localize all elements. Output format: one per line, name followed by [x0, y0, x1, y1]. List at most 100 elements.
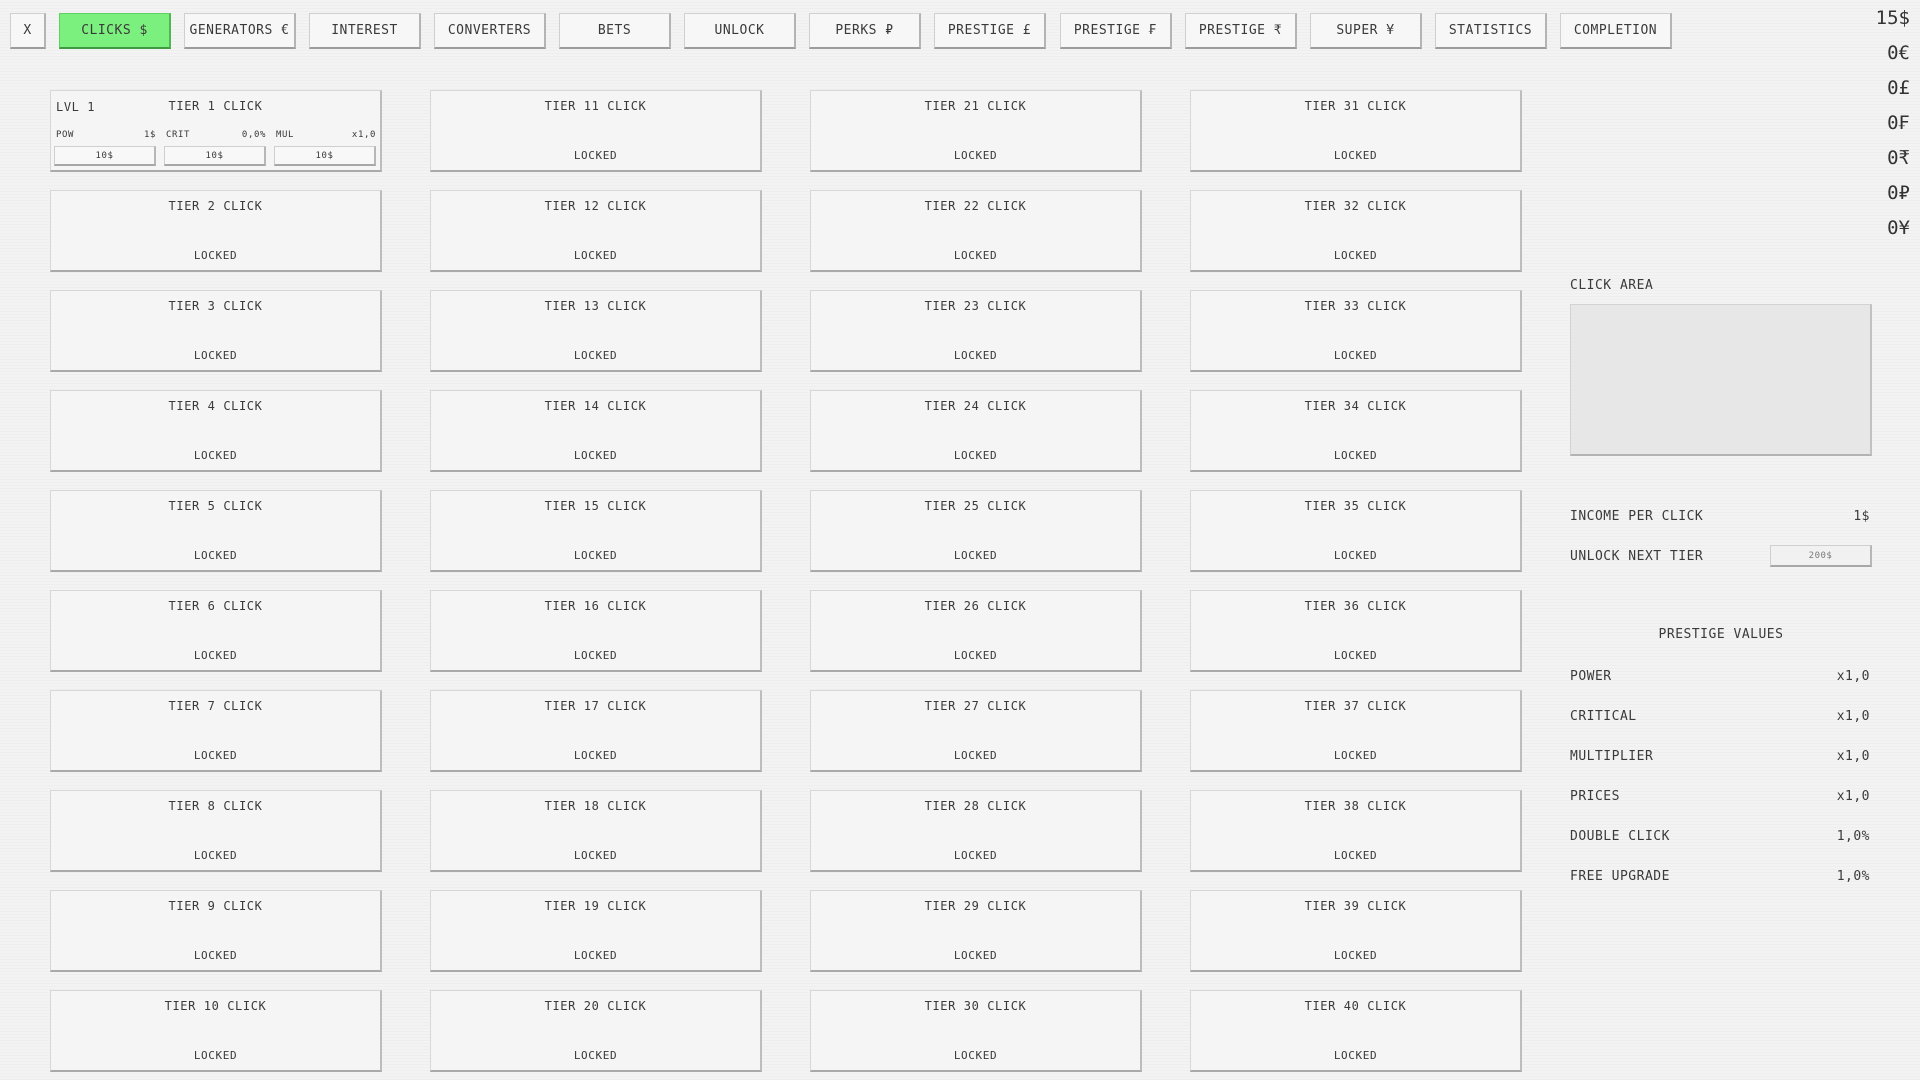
prestige-label: PRICES	[1570, 788, 1620, 804]
tier-card-40[interactable]: TIER 40 CLICK LOCKED	[1190, 990, 1522, 1072]
currency-ruble: 0₽	[1887, 182, 1910, 204]
tab-super[interactable]: SUPER ¥	[1310, 13, 1422, 49]
tier-card-19[interactable]: TIER 19 CLICK LOCKED	[430, 890, 762, 972]
tab-prestige-pound[interactable]: PRESTIGE £	[934, 13, 1046, 49]
tier-card-17[interactable]: TIER 17 CLICK LOCKED	[430, 690, 762, 772]
tier-card-6[interactable]: TIER 6 CLICK LOCKED	[50, 590, 382, 672]
tier-locked-status: LOCKED	[953, 249, 998, 262]
tier-locked-status: LOCKED	[1333, 1049, 1378, 1062]
tier-card-8[interactable]: TIER 8 CLICK LOCKED	[50, 790, 382, 872]
tab-interest[interactable]: INTEREST	[309, 13, 421, 49]
tier-locked-status: LOCKED	[193, 949, 238, 962]
prestige-row-double-click: DOUBLE CLICK 1,0%	[1570, 826, 1872, 846]
tier-card-37[interactable]: TIER 37 CLICK LOCKED	[1190, 690, 1522, 772]
tier-locked-status: LOCKED	[573, 349, 618, 362]
tier-card-25[interactable]: TIER 25 CLICK LOCKED	[810, 490, 1142, 572]
tab-unlock[interactable]: UNLOCK	[684, 13, 796, 49]
currency-euro: 0€	[1887, 42, 1910, 64]
prestige-label: DOUBLE CLICK	[1570, 828, 1670, 844]
tier-card-24[interactable]: TIER 24 CLICK LOCKED	[810, 390, 1142, 472]
tier-locked-status: LOCKED	[953, 349, 998, 362]
click-area-label: CLICK AREA	[1570, 278, 1654, 293]
tab-generators[interactable]: GENERATORS €	[184, 13, 296, 49]
tab-converters[interactable]: CONVERTERS	[434, 13, 546, 49]
tier-card-32[interactable]: TIER 32 CLICK LOCKED	[1190, 190, 1522, 272]
tier-card-31[interactable]: TIER 31 CLICK LOCKED	[1190, 90, 1522, 172]
tier-title: TIER 33 CLICK	[1304, 299, 1407, 313]
tab-completion[interactable]: COMPLETION	[1560, 13, 1672, 49]
tier-card-11[interactable]: TIER 11 CLICK LOCKED	[430, 90, 762, 172]
tier-card-18[interactable]: TIER 18 CLICK LOCKED	[430, 790, 762, 872]
tier-card-30[interactable]: TIER 30 CLICK LOCKED	[810, 990, 1142, 1072]
tier-title: TIER 18 CLICK	[544, 799, 647, 813]
upgrade-mul-button[interactable]: 10$	[274, 146, 376, 166]
tier-locked-status: LOCKED	[953, 449, 998, 462]
tier-card-20[interactable]: TIER 20 CLICK LOCKED	[430, 990, 762, 1072]
tab-clicks[interactable]: CLICKS $	[59, 13, 171, 49]
stat-label: MUL	[276, 130, 295, 140]
tier-card-23[interactable]: TIER 23 CLICK LOCKED	[810, 290, 1142, 372]
tier-card-26[interactable]: TIER 26 CLICK LOCKED	[810, 590, 1142, 672]
prestige-label: CRITICAL	[1570, 708, 1637, 724]
tier-card-2[interactable]: TIER 2 CLICK LOCKED	[50, 190, 382, 272]
tab-prestige-rupee[interactable]: PRESTIGE ₹	[1185, 13, 1297, 49]
tier-card-22[interactable]: TIER 22 CLICK LOCKED	[810, 190, 1142, 272]
tier-card-35[interactable]: TIER 35 CLICK LOCKED	[1190, 490, 1522, 572]
prestige-value: x1,0	[1836, 708, 1870, 724]
tier-card-28[interactable]: TIER 28 CLICK LOCKED	[810, 790, 1142, 872]
tier-card-16[interactable]: TIER 16 CLICK LOCKED	[430, 590, 762, 672]
prestige-row-multiplier: MULTIPLIER x1,0	[1570, 746, 1872, 766]
tier-title: TIER 9 CLICK	[168, 899, 263, 913]
currency-list: 15$ 0€ 0£ 0₣ 0₹ 0₽ 0¥	[1790, 6, 1910, 251]
tier-card-13[interactable]: TIER 13 CLICK LOCKED	[430, 290, 762, 372]
tier-card-27[interactable]: TIER 27 CLICK LOCKED	[810, 690, 1142, 772]
tier-title: TIER 20 CLICK	[544, 999, 647, 1013]
prestige-row-prices: PRICES x1,0	[1570, 786, 1872, 806]
close-button[interactable]: X	[10, 13, 46, 49]
tier-card-33[interactable]: TIER 33 CLICK LOCKED	[1190, 290, 1522, 372]
tier-card-34[interactable]: TIER 34 CLICK LOCKED	[1190, 390, 1522, 472]
tier-title: TIER 24 CLICK	[924, 399, 1027, 413]
currency-yen: 0¥	[1887, 217, 1910, 239]
tier-locked-status: LOCKED	[193, 1049, 238, 1062]
tier-locked-status: LOCKED	[193, 249, 238, 262]
prestige-value: x1,0	[1836, 748, 1870, 764]
prestige-label: MULTIPLIER	[1570, 748, 1654, 764]
tier-title: TIER 7 CLICK	[168, 699, 263, 713]
tab-perks[interactable]: PERKS ₽	[809, 13, 921, 49]
prestige-value: x1,0	[1836, 668, 1870, 684]
tier-card-9[interactable]: TIER 9 CLICK LOCKED	[50, 890, 382, 972]
click-area[interactable]	[1570, 304, 1872, 456]
tier-title: TIER 10 CLICK	[164, 999, 267, 1013]
tier-stat-crit: CRIT 0,0%	[166, 130, 266, 140]
tab-statistics[interactable]: STATISTICS	[1435, 13, 1547, 49]
tier-locked-status: LOCKED	[953, 949, 998, 962]
tier-card-4[interactable]: TIER 4 CLICK LOCKED	[50, 390, 382, 472]
tier-card-29[interactable]: TIER 29 CLICK LOCKED	[810, 890, 1142, 972]
tier-card-5[interactable]: TIER 5 CLICK LOCKED	[50, 490, 382, 572]
tab-bets[interactable]: BETS	[559, 13, 671, 49]
tier-card-10[interactable]: TIER 10 CLICK LOCKED	[50, 990, 382, 1072]
tier-locked-status: LOCKED	[573, 549, 618, 562]
tier-card-1: LVL 1 TIER 1 CLICK POW 1$ CRIT 0,0% MUL x1,0 10$…	[50, 90, 382, 172]
tier-locked-status: LOCKED	[573, 1049, 618, 1062]
tier-card-39[interactable]: TIER 39 CLICK LOCKED	[1190, 890, 1522, 972]
unlock-next-tier-row: UNLOCK NEXT TIER 200$	[1570, 545, 1872, 567]
tier-card-7[interactable]: TIER 7 CLICK LOCKED	[50, 690, 382, 772]
prestige-row-free-upgrade: FREE UPGRADE 1,0%	[1570, 866, 1872, 886]
tier-title: TIER 16 CLICK	[544, 599, 647, 613]
tier-card-12[interactable]: TIER 12 CLICK LOCKED	[430, 190, 762, 272]
tier-card-15[interactable]: TIER 15 CLICK LOCKED	[430, 490, 762, 572]
upgrade-pow-button[interactable]: 10$	[54, 146, 156, 166]
upgrade-crit-button[interactable]: 10$	[164, 146, 266, 166]
tier-stat-pow: POW 1$	[56, 130, 156, 140]
tier-card-38[interactable]: TIER 38 CLICK LOCKED	[1190, 790, 1522, 872]
tier-title: TIER 6 CLICK	[168, 599, 263, 613]
currency-pound: 0£	[1887, 77, 1910, 99]
tier-card-21[interactable]: TIER 21 CLICK LOCKED	[810, 90, 1142, 172]
tier-card-36[interactable]: TIER 36 CLICK LOCKED	[1190, 590, 1522, 672]
tier-card-3[interactable]: TIER 3 CLICK LOCKED	[50, 290, 382, 372]
unlock-next-tier-button[interactable]: 200$	[1770, 545, 1872, 567]
tab-prestige-franc[interactable]: PRESTIGE ₣	[1060, 13, 1172, 49]
tier-card-14[interactable]: TIER 14 CLICK LOCKED	[430, 390, 762, 472]
